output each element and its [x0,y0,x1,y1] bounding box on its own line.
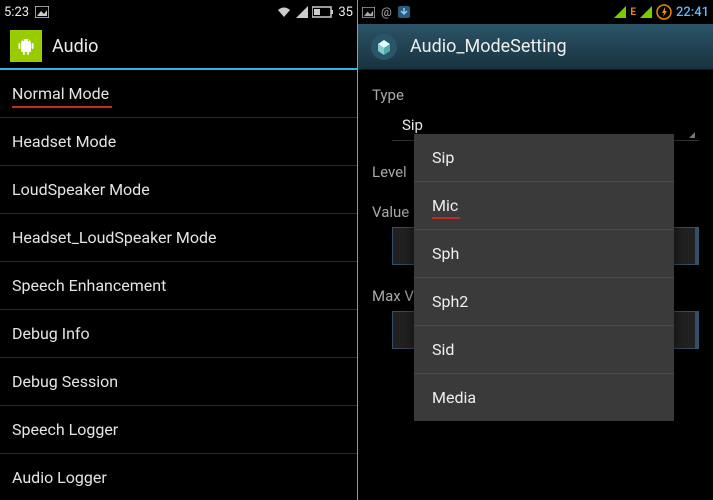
charging-icon [656,4,672,20]
left-screenshot: 5:23 35 Audio Normal Mode Headset Mode L [0,0,357,500]
type-label: Type [372,86,699,104]
list-item-audio-logger[interactable]: Audio Logger [0,454,357,500]
right-screenshot: @ E 22:41 Audio_ModeSetting [358,0,713,500]
download-icon [398,6,410,18]
battery-text: 35 [338,5,353,20]
action-bar: Audio_ModeSetting [358,24,713,70]
list-item-headset-loudspeaker-mode[interactable]: Headset_LoudSpeaker Mode [0,214,357,262]
dropdown-option-media[interactable]: Media [414,373,674,421]
list-item-speech-enhancement[interactable]: Speech Enhancement [0,262,357,310]
android-icon [10,30,42,62]
list-item-loudspeaker-mode[interactable]: LoudSpeaker Mode [0,166,357,214]
list-item-headset-mode[interactable]: Headset Mode [0,118,357,166]
status-time: 22:41 [676,5,709,20]
action-bar: Audio [0,24,357,70]
dropdown-option-mic[interactable]: Mic [414,181,674,229]
screen-title: Audio [52,36,98,57]
network-e-icon: E [630,7,636,18]
dropdown-option-sip[interactable]: Sip [414,134,674,181]
list-item-debug-session[interactable]: Debug Session [0,358,357,406]
status-bar: @ E 22:41 [358,0,713,24]
dropdown-option-sid[interactable]: Sid [414,325,674,373]
signal-icon [640,6,652,18]
dropdown-option-sph2[interactable]: Sph2 [414,277,674,325]
type-dropdown: Sip Mic Sph Sph2 Sid Media [414,134,674,421]
list-item-speech-logger[interactable]: Speech Logger [0,406,357,454]
battery-icon [312,6,334,18]
at-icon: @ [381,5,392,19]
audio-mode-list: Normal Mode Headset Mode LoudSpeaker Mod… [0,70,357,500]
wifi-icon [276,6,292,18]
list-item-normal-mode[interactable]: Normal Mode [0,70,357,118]
image-icon [35,6,49,18]
dropdown-option-sph[interactable]: Sph [414,229,674,277]
status-time: 5:23 [4,5,29,20]
status-bar: 5:23 35 [0,0,357,24]
image-icon [362,7,375,18]
signal-icon [614,6,626,18]
list-item-debug-info[interactable]: Debug Info [0,310,357,358]
signal-icon [296,6,308,18]
cube-icon [368,31,400,63]
screen-title: Audio_ModeSetting [410,36,567,57]
